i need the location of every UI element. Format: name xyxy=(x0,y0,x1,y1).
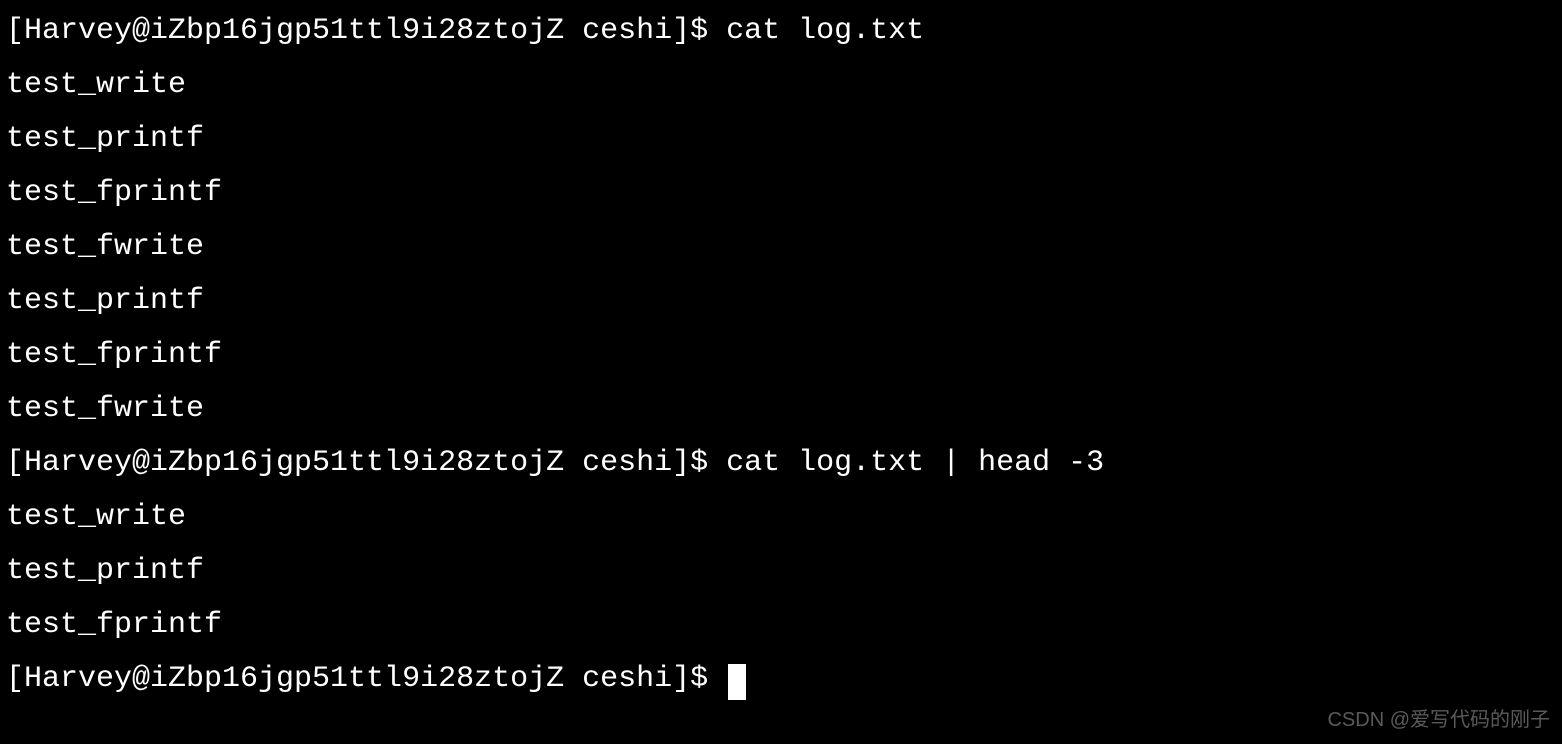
shell-prompt: [Harvey@iZbp16jgp51ttl9i28ztojZ ceshi]$ xyxy=(6,14,726,48)
shell-command: cat log.txt xyxy=(726,14,924,48)
output-line: test_printf xyxy=(6,122,204,156)
cursor[interactable] xyxy=(728,664,746,700)
output-line: test_printf xyxy=(6,284,204,318)
shell-prompt: [Harvey@iZbp16jgp51ttl9i28ztojZ ceshi]$ xyxy=(6,446,726,480)
shell-command: cat log.txt | head -3 xyxy=(726,446,1104,480)
output-line: test_fprintf xyxy=(6,338,222,372)
output-line: test_fwrite xyxy=(6,230,204,264)
shell-prompt: [Harvey@iZbp16jgp51ttl9i28ztojZ ceshi]$ xyxy=(6,662,726,696)
output-line: test_fprintf xyxy=(6,176,222,210)
output-line: test_printf xyxy=(6,554,204,588)
output-line: test_fwrite xyxy=(6,392,204,426)
output-line: test_fprintf xyxy=(6,608,222,642)
terminal[interactable]: [Harvey@iZbp16jgp51ttl9i28ztojZ ceshi]$ … xyxy=(6,4,1556,706)
output-line: test_write xyxy=(6,500,186,534)
output-line: test_write xyxy=(6,68,186,102)
watermark: CSDN @爱写代码的刚子 xyxy=(1327,702,1550,738)
